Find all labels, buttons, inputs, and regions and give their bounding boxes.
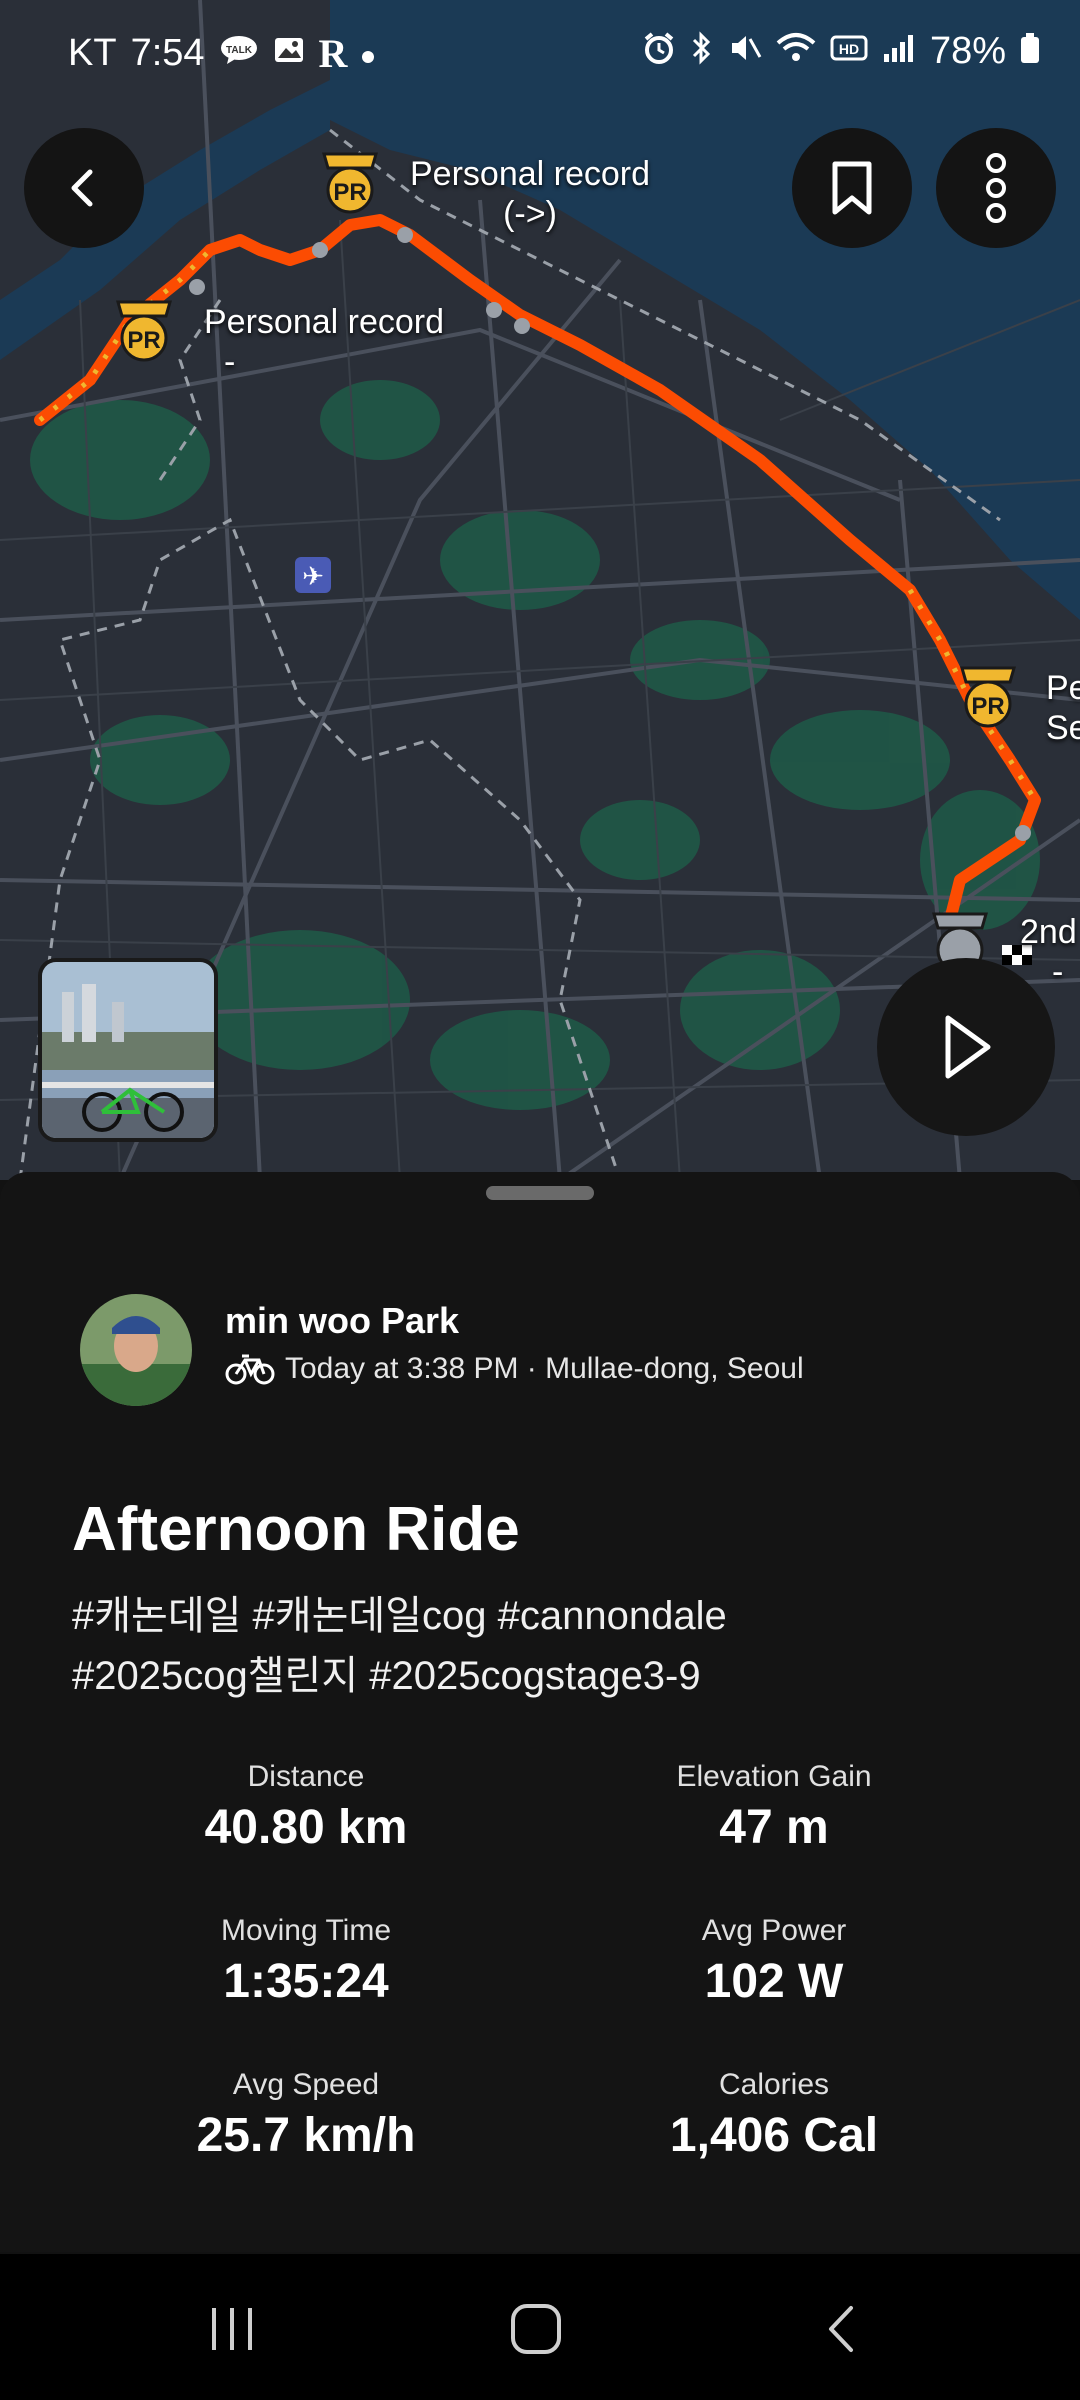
battery-level: 78% (929, 30, 1006, 72)
stat-label: Elevation Gain (676, 1760, 872, 1793)
stat-label: Distance (247, 1760, 365, 1793)
pr-label-title: Pe (1046, 669, 1080, 707)
bluetooth-icon (690, 30, 714, 73)
stat-distance: Distance 40.80 km (56, 1760, 556, 1855)
bookmark-button[interactable] (792, 128, 912, 248)
system-nav-bar (0, 2254, 1080, 2400)
activity-details-sheet: min woo Park Today at 3:38 PM · Mullae-d… (0, 1172, 1080, 2252)
activity-title: Afternoon Ride (72, 1495, 520, 1564)
pr-label-title: 2nd (1020, 913, 1077, 951)
pr-badge-icon[interactable]: PR (112, 298, 176, 364)
pr-label-detail: - (224, 343, 236, 381)
pr-label-title: Personal record (410, 155, 651, 193)
activity-meta: Today at 3:38 PM · Mullae-dong, Seoul (225, 1352, 804, 1386)
route-map[interactable]: ✈ PR PR PR Personal record (->) Personal… (0, 0, 1080, 1180)
back-arrow-icon (829, 2306, 853, 2352)
stat-avg-speed: Avg Speed 25.7 km/h (56, 2068, 556, 2163)
battery-icon (1020, 31, 1040, 73)
pr-badge-text: PR (127, 327, 160, 354)
stat-value: 40.80 km (204, 1801, 408, 1854)
svg-text:HD: HD (839, 41, 859, 57)
avatar[interactable] (80, 1294, 192, 1406)
stat-moving-time: Moving Time 1:35:24 (56, 1914, 556, 2009)
hashtags-line: #캐논데일 #캐논데일cog #cannondale (72, 1594, 727, 1638)
stat-calories: Calories 1,406 Cal (524, 2068, 1024, 2163)
stat-value: 1,406 Cal (669, 2109, 879, 2162)
clock: 7:54 (130, 32, 205, 74)
status-right: HD 78% (642, 30, 1040, 73)
pr-label: Pe Se (1046, 668, 1080, 748)
activity-description: #캐논데일 #캐논데일cog #cannondale #2025cog챌린지 #… (72, 1586, 1032, 1706)
play-flyover-button[interactable] (877, 958, 1055, 1136)
alarm-icon (642, 31, 676, 73)
athlete-name[interactable]: min woo Park (225, 1300, 459, 1342)
recent-apps-icon (212, 2308, 252, 2350)
stat-value: 102 W (704, 1955, 844, 2008)
dot-icon (361, 35, 375, 72)
system-back-button[interactable] (800, 2294, 880, 2364)
svg-text:✈: ✈ (302, 562, 324, 592)
stat-avg-power: Avg Power 102 W (524, 1914, 1024, 2009)
activity-time-location: Today at 3:38 PM · Mullae-dong, Seoul (285, 1352, 804, 1385)
home-button[interactable] (496, 2294, 576, 2364)
pr-badge-text: PR (333, 179, 366, 206)
stat-label: Avg Power (701, 1914, 847, 1947)
mute-icon (728, 31, 762, 73)
home-icon (511, 2304, 561, 2354)
stat-value: 47 m (719, 1801, 829, 1854)
r-app-icon: R (318, 31, 348, 76)
pr-label-detail: Se (1046, 709, 1080, 747)
status-bar: KT 7:54 TALK R HD 78% (0, 0, 1080, 110)
more-vertical-icon (986, 153, 1006, 223)
chevron-left-icon (71, 169, 93, 207)
pr-label-title: Personal record (204, 303, 445, 341)
pr-label-detail: (->) (503, 195, 557, 233)
wifi-icon (776, 31, 816, 73)
pr-label: 2nd - (1020, 912, 1077, 992)
carrier: KT (68, 32, 117, 74)
pr-badge-icon[interactable]: PR (318, 150, 382, 216)
pr-badge-icon[interactable]: PR (956, 664, 1020, 730)
pr-badge-text: PR (971, 693, 1004, 720)
signal-icon (882, 32, 916, 72)
stat-value: 25.7 km/h (196, 2109, 416, 2162)
pr-label: Personal record - (204, 302, 444, 382)
stat-value: 1:35:24 (223, 1955, 389, 2008)
status-left: KT 7:54 TALK R (68, 30, 375, 77)
stat-label: Moving Time (220, 1914, 392, 1947)
bike-icon (225, 1354, 275, 1385)
hashtags-line: #2025cog챌린지 #2025cogstage3-9 (72, 1654, 701, 1698)
svg-text:TALK: TALK (226, 45, 253, 56)
play-icon (945, 1015, 991, 1079)
recent-apps-button[interactable] (193, 2294, 273, 2364)
bookmark-icon (832, 161, 872, 215)
pr-label: Personal record (->) (410, 154, 650, 234)
hd-icon: HD (830, 33, 868, 71)
drag-handle[interactable] (486, 1186, 594, 1200)
back-button[interactable] (24, 128, 144, 248)
stat-elevation-gain: Elevation Gain 47 m (524, 1760, 1024, 1855)
stat-label: Avg Speed (232, 2068, 380, 2101)
activity-photo-thumbnail[interactable] (38, 958, 218, 1142)
image-icon (273, 34, 305, 74)
more-options-button[interactable] (936, 128, 1056, 248)
stat-label: Calories (718, 2068, 830, 2101)
talk-icon: TALK (219, 34, 259, 74)
